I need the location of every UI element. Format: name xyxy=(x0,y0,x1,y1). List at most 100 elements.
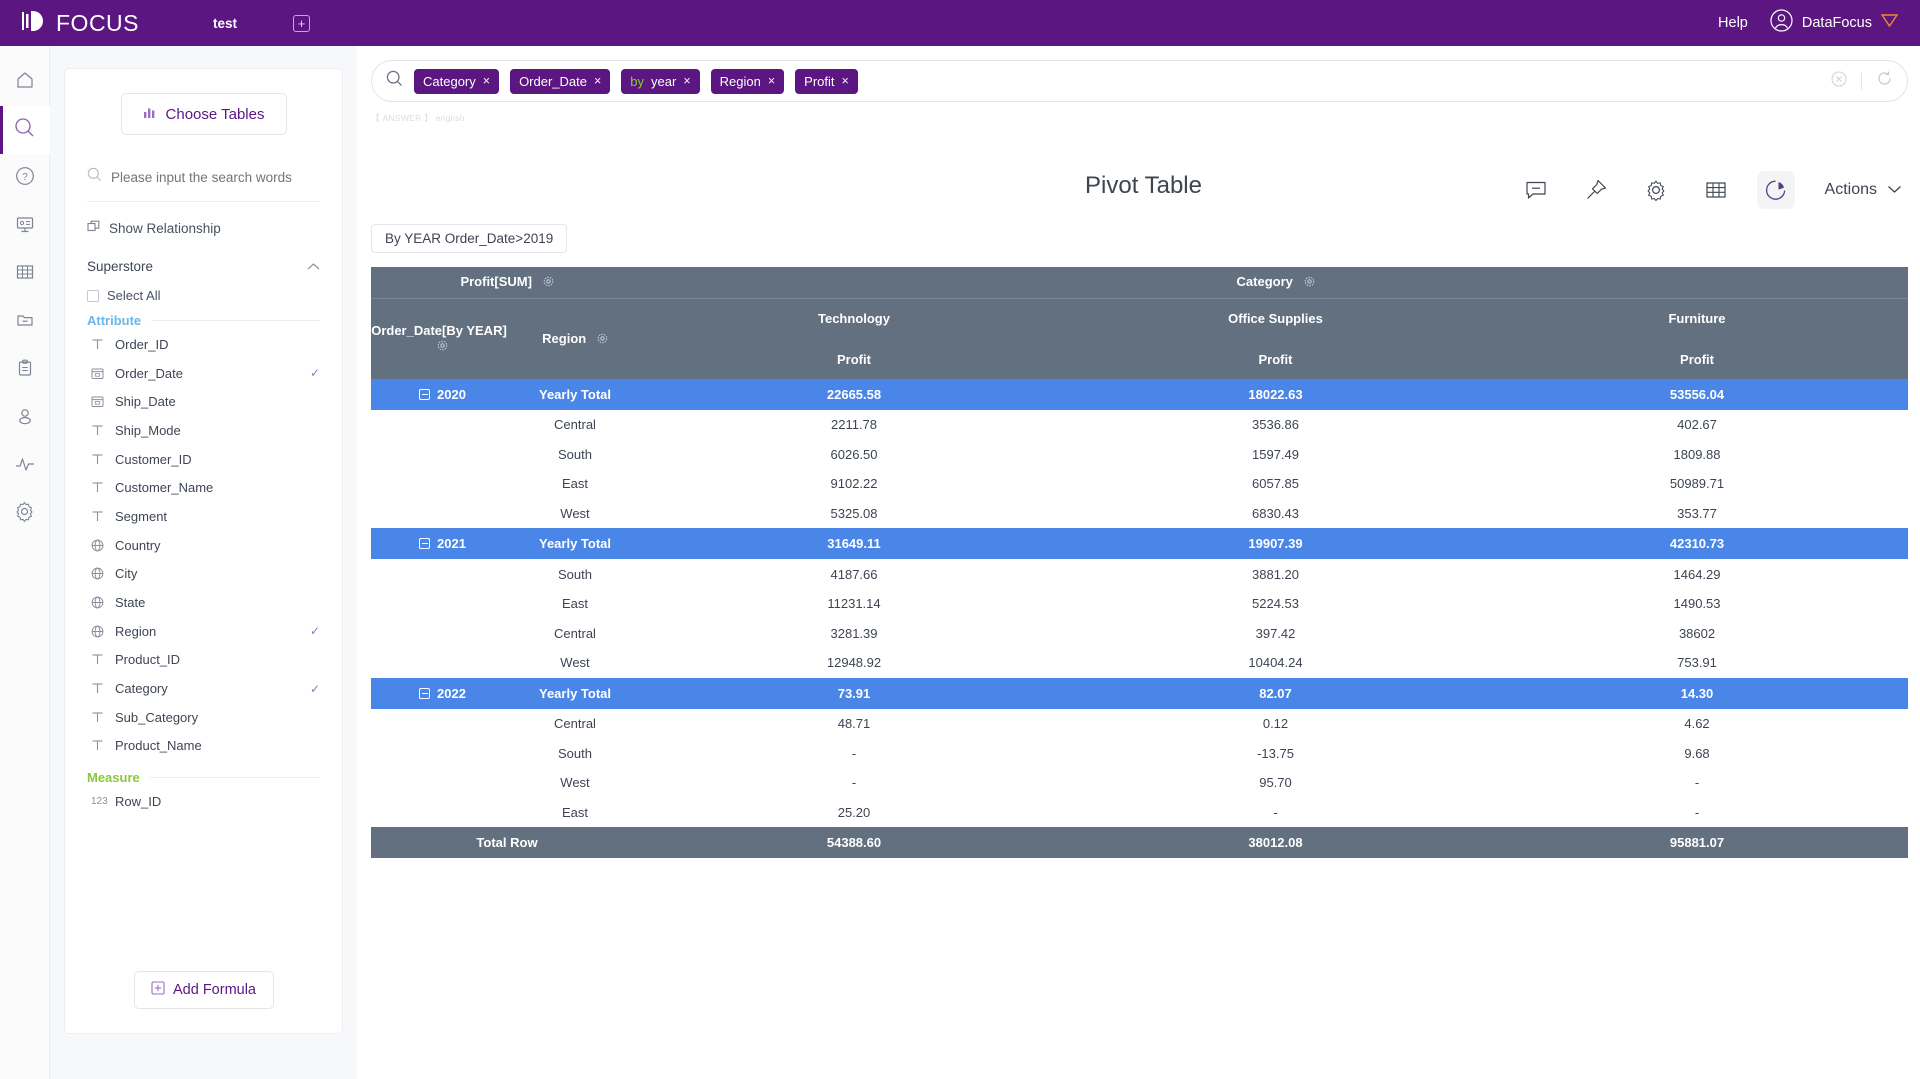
collapse-icon[interactable] xyxy=(419,687,430,699)
group-total-value: 82.07 xyxy=(1065,677,1486,709)
chevron-up-icon[interactable] xyxy=(307,259,320,274)
table-row[interactable]: East 25.20- - xyxy=(371,797,1909,828)
category-header[interactable]: Technology xyxy=(643,298,1065,339)
rail-item-settings[interactable] xyxy=(0,490,50,538)
search-input[interactable] xyxy=(111,169,320,185)
select-all-checkbox[interactable]: Select All xyxy=(87,288,320,303)
collapse-icon[interactable] xyxy=(419,538,430,550)
field-row[interactable]: Ship_Date xyxy=(65,387,342,416)
show-relationship-button[interactable]: Show Relationship xyxy=(87,220,320,237)
rail-item-clipboard[interactable] xyxy=(0,346,50,394)
field-row[interactable]: Ship_Mode xyxy=(65,416,342,445)
rail-item-tables[interactable] xyxy=(0,250,50,298)
table-row[interactable]: Central 3281.39 397.42 38602 xyxy=(371,618,1909,649)
table-row[interactable]: West -95.70- xyxy=(371,767,1909,798)
group-year-cell[interactable]: 2021 xyxy=(371,528,507,560)
panel-search[interactable] xyxy=(87,167,320,202)
group-year-cell[interactable]: 2022 xyxy=(371,677,507,709)
table-row[interactable]: South - -13.75 9.68 xyxy=(371,738,1909,768)
field-row[interactable]: Segment xyxy=(65,502,342,531)
field-row[interactable]: Product_ID xyxy=(65,646,342,675)
search-token[interactable]: Category × xyxy=(414,68,500,94)
close-icon[interactable]: × xyxy=(483,74,490,88)
field-row[interactable]: Order_Date ✓ xyxy=(65,359,342,388)
search-token[interactable]: Region × xyxy=(710,68,785,94)
rail-item-help[interactable]: ? xyxy=(0,154,50,202)
field-row[interactable]: Customer_ID xyxy=(65,445,342,474)
field-row[interactable]: Product_Name xyxy=(65,732,342,761)
table-row[interactable]: Central 2211.78 3536.86 402.67 xyxy=(371,410,1909,440)
field-row[interactable]: Customer_Name xyxy=(65,473,342,502)
choose-tables-button[interactable]: Choose Tables xyxy=(120,93,287,135)
add-formula-button[interactable]: Add Formula xyxy=(133,971,274,1009)
table-row-group-total[interactable]: 2022 Yearly Total 73.91 82.07 14.30 xyxy=(371,677,1909,709)
table-row[interactable]: West 5325.08 6830.43 353.77 xyxy=(371,498,1909,529)
tab-test[interactable]: test xyxy=(213,16,237,31)
app-logo[interactable]: FOCUS xyxy=(22,10,139,37)
field-row[interactable]: Country xyxy=(65,531,342,560)
table-row-group-total[interactable]: 2020 Yearly Total 22665.58 18022.63 53556.04 xyxy=(371,379,1909,410)
measure-header-cell[interactable]: Profit[SUM] xyxy=(371,267,643,299)
clear-circle-icon[interactable] xyxy=(1831,70,1847,92)
gear-icon[interactable] xyxy=(597,332,608,347)
measure-field-list: 123 Row_ID xyxy=(65,787,342,816)
data-cell: 50989.71 xyxy=(1486,469,1909,499)
table-row[interactable]: East 9102.22 6057.85 50989.71 xyxy=(371,469,1909,499)
user-dropdown-icon[interactable] xyxy=(1880,13,1899,33)
table-row-group-total[interactable]: 2021 Yearly Total 31649.11 19907.39 42310.73 xyxy=(371,528,1909,560)
row-dim-2-cell[interactable]: Region xyxy=(507,298,643,379)
search-token[interactable]: Profit × xyxy=(795,68,858,94)
rail-item-activity[interactable] xyxy=(0,442,50,490)
close-icon[interactable]: × xyxy=(683,74,690,88)
gear-icon[interactable] xyxy=(437,339,448,354)
field-row[interactable]: City xyxy=(65,560,342,589)
table-row[interactable]: Central 48.71 0.12 4.62 xyxy=(371,708,1909,739)
table-row[interactable]: East 11231.14 5224.53 1490.53 xyxy=(371,588,1909,619)
close-icon[interactable]: × xyxy=(594,74,601,88)
data-cell: 6057.85 xyxy=(1065,469,1486,499)
gear-icon[interactable] xyxy=(1637,171,1675,209)
actions-dropdown[interactable]: Actions xyxy=(1825,181,1902,199)
comment-icon[interactable] xyxy=(1517,171,1555,209)
field-row[interactable]: State xyxy=(65,588,342,617)
add-tab-button[interactable]: + xyxy=(293,14,311,32)
data-cell: 12948.92 xyxy=(643,648,1065,678)
filter-chip[interactable]: By YEAR Order_Date>2019 xyxy=(371,224,568,253)
table-row[interactable]: South 4187.66 3881.20 1464.29 xyxy=(371,559,1909,589)
category-header[interactable]: Furniture xyxy=(1486,298,1909,339)
help-link[interactable]: Help xyxy=(1718,15,1748,31)
rail-item-home[interactable] xyxy=(0,58,50,106)
column-dimension-cell[interactable]: Category xyxy=(643,267,1909,299)
field-row[interactable]: Category ✓ xyxy=(65,674,342,703)
field-row[interactable]: Region ✓ xyxy=(65,617,342,646)
category-header[interactable]: Office Supplies xyxy=(1065,298,1486,339)
gear-icon[interactable] xyxy=(1304,275,1315,290)
chart-pie-icon[interactable] xyxy=(1756,171,1795,209)
close-icon[interactable]: × xyxy=(768,74,775,88)
pin-icon[interactable] xyxy=(1577,171,1615,209)
field-row[interactable]: 123 Row_ID xyxy=(65,787,342,816)
collapse-icon[interactable] xyxy=(419,389,430,400)
data-cell: 1809.88 xyxy=(1486,439,1909,470)
table-group-header[interactable]: Superstore xyxy=(87,259,320,274)
rail-item-search[interactable] xyxy=(0,106,50,154)
query-search-bar[interactable]: Category × Order_Date × by year × Region × Profit… xyxy=(371,60,1908,102)
rail-item-user[interactable] xyxy=(0,394,50,442)
gear-icon[interactable] xyxy=(543,275,554,290)
group-year-cell[interactable]: 2020 xyxy=(371,379,507,410)
search-token[interactable]: Order_Date × xyxy=(510,68,611,94)
checkbox-box[interactable] xyxy=(87,289,99,302)
field-row[interactable]: Order_ID xyxy=(65,330,342,359)
table-row[interactable]: West 12948.92 10404.24 753.91 xyxy=(371,648,1909,678)
row-dim-1-cell[interactable]: Order_Date[By YEAR] xyxy=(371,298,507,379)
table-icon[interactable] xyxy=(1697,171,1735,209)
field-label: City xyxy=(115,566,138,582)
field-row[interactable]: Sub_Category xyxy=(65,703,342,732)
user-menu[interactable]: DataFocus xyxy=(1770,9,1899,37)
search-token[interactable]: by year × xyxy=(621,68,700,94)
close-icon[interactable]: × xyxy=(842,74,849,88)
refresh-icon[interactable] xyxy=(1876,70,1893,92)
rail-item-presentation[interactable] xyxy=(0,202,50,250)
rail-item-folder[interactable] xyxy=(0,298,50,346)
table-row[interactable]: South 6026.50 1597.49 1809.88 xyxy=(371,439,1909,470)
